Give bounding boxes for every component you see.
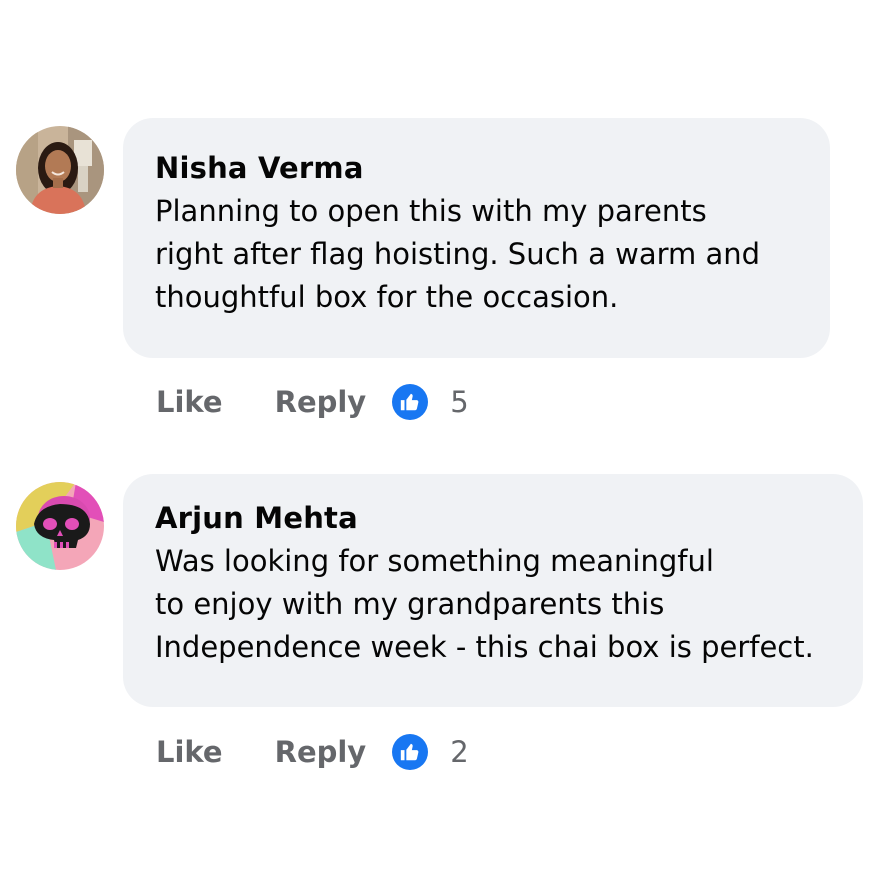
comment-text-line: right after flag hoisting. Such a warm a…: [155, 237, 761, 271]
comment-text-line: Planning to open this with my parents: [155, 194, 707, 228]
avatar[interactable]: [16, 482, 104, 570]
comment-author[interactable]: Arjun Mehta: [155, 498, 833, 538]
comment-text-line: Was looking for something meaningful: [155, 544, 714, 578]
like-button[interactable]: Like: [156, 735, 223, 769]
comment-text-line: Independence week - this chai box is per…: [155, 630, 814, 664]
reaction-count[interactable]: 5: [450, 385, 468, 419]
reaction-count[interactable]: 2: [450, 735, 468, 769]
comment-actions: Like Reply 5: [156, 380, 469, 424]
comment-author[interactable]: Nisha Verma: [155, 148, 800, 188]
comment-text: Planning to open this with my parents ri…: [155, 190, 800, 319]
thumbs-up-icon[interactable]: [392, 384, 429, 420]
comment-bubble: Arjun Mehta Was looking for something me…: [123, 474, 863, 707]
like-button[interactable]: Like: [156, 385, 223, 419]
thumbs-up-icon[interactable]: [392, 734, 429, 770]
avatar-skull-art-icon: [16, 482, 104, 570]
comment-text: Was looking for something meaningful to …: [155, 540, 833, 669]
comment-text-line: thoughtful box for the occasion.: [155, 280, 619, 314]
avatar[interactable]: [16, 126, 104, 214]
comment-text-line: to enjoy with my grandparents this: [155, 587, 665, 621]
comment-actions: Like Reply 2: [156, 730, 469, 774]
reply-button[interactable]: Reply: [275, 735, 367, 769]
avatar-photo-woman-icon: [16, 126, 104, 214]
reply-button[interactable]: Reply: [275, 385, 367, 419]
comment-bubble: Nisha Verma Planning to open this with m…: [123, 118, 830, 358]
